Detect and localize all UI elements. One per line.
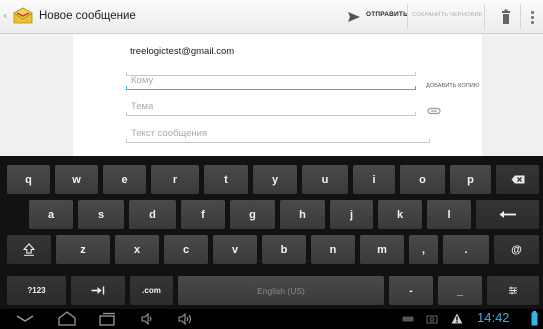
clock: 14:42 — [477, 310, 510, 325]
screen: ‹ Новое сообщение ОТПРАВИТЬ СОХРАНИТЬ ЧЕ… — [0, 0, 543, 329]
key-q[interactable]: q — [7, 165, 50, 194]
subject-placeholder: Тема — [131, 101, 154, 112]
dotcom-key[interactable]: .com — [130, 276, 173, 305]
key-dash[interactable]: - — [389, 276, 433, 305]
key-o[interactable]: o — [400, 165, 445, 194]
key-l[interactable]: l — [427, 200, 471, 229]
shift-icon — [23, 243, 35, 256]
divider — [484, 4, 485, 30]
symbols-key[interactable]: ?123 — [7, 276, 66, 305]
key-m[interactable]: m — [360, 235, 404, 264]
settings-sliders-icon — [509, 286, 517, 295]
add-cc-button[interactable]: ДОБАВИТЬ КОПИЮ — [426, 83, 480, 89]
divider — [520, 4, 521, 30]
to-field[interactable]: Кому — [126, 72, 416, 90]
volume-up-icon[interactable] — [178, 313, 194, 325]
key-w[interactable]: w — [55, 165, 98, 194]
key-f[interactable]: f — [181, 200, 225, 229]
key-a[interactable]: a — [29, 200, 73, 229]
hide-keyboard-icon[interactable] — [16, 315, 34, 323]
key-y[interactable]: y — [253, 165, 297, 194]
key-e[interactable]: e — [103, 165, 146, 194]
key-d[interactable]: d — [129, 200, 176, 229]
key-j[interactable]: j — [330, 200, 373, 229]
key-s[interactable]: s — [78, 200, 124, 229]
save-draft-button[interactable]: СОХРАНИТЬ ЧЕРНОВИК — [409, 6, 483, 28]
back-chevron-icon[interactable]: ‹ — [3, 9, 7, 22]
paperclip-icon[interactable] — [427, 107, 441, 115]
overflow-menu-icon[interactable] — [527, 6, 539, 28]
enter-arrow-icon — [499, 211, 516, 218]
key-i[interactable]: i — [353, 165, 395, 194]
soft-keyboard: q w e r t y u i o p a s d f g h j k l z … — [0, 156, 543, 309]
backspace-key[interactable] — [496, 165, 539, 194]
key-period[interactable]: . — [443, 235, 489, 264]
body-field[interactable]: Текст сообщения — [126, 125, 430, 143]
key-h[interactable]: h — [280, 200, 325, 229]
send-label: ОТПРАВИТЬ — [366, 11, 408, 18]
space-bar[interactable]: English (US) — [178, 276, 384, 305]
compose-area: treelogictest@gmail.com Кому Тема Текст … — [0, 34, 543, 156]
key-u[interactable]: u — [302, 165, 348, 194]
key-x[interactable]: x — [115, 235, 159, 264]
key-p[interactable]: p — [450, 165, 491, 194]
tab-key[interactable] — [71, 276, 125, 305]
from-account[interactable]: treelogictest@gmail.com — [130, 46, 234, 57]
volume-down-icon[interactable] — [141, 313, 153, 325]
divider — [407, 4, 408, 30]
keyboard-notification-icon — [402, 316, 414, 322]
key-underscore[interactable]: _ — [438, 276, 482, 305]
enter-key[interactable] — [476, 200, 539, 229]
system-bar: 14:42 — [0, 309, 543, 329]
key-v[interactable]: v — [213, 235, 257, 264]
settings-key[interactable] — [487, 276, 539, 305]
key-g[interactable]: g — [230, 200, 275, 229]
gmail-envelope-icon[interactable] — [13, 7, 33, 25]
send-icon — [348, 12, 360, 22]
home-icon[interactable] — [57, 311, 77, 326]
key-r[interactable]: r — [151, 165, 199, 194]
tab-arrow-icon — [91, 286, 105, 295]
body-placeholder: Текст сообщения — [131, 128, 208, 139]
key-c[interactable]: c — [164, 235, 208, 264]
margin-left — [0, 34, 73, 156]
warning-icon — [451, 313, 463, 324]
margin-right — [482, 34, 543, 156]
key-b[interactable]: b — [262, 235, 306, 264]
trash-icon — [502, 9, 510, 24]
save-draft-label: СОХРАНИТЬ ЧЕРНОВИК — [412, 12, 483, 18]
subject-field[interactable]: Тема — [126, 98, 416, 116]
key-z[interactable]: z — [56, 235, 110, 264]
shift-key[interactable] — [7, 235, 51, 264]
battery-icon — [531, 311, 538, 326]
action-bar: ‹ Новое сообщение ОТПРАВИТЬ СОХРАНИТЬ ЧЕ… — [0, 0, 543, 34]
backspace-icon — [511, 175, 524, 184]
key-comma[interactable]: , — [409, 235, 438, 264]
send-button[interactable]: ОТПРАВИТЬ — [344, 6, 408, 28]
key-n[interactable]: n — [311, 235, 355, 264]
screenshot-icon — [426, 315, 438, 324]
discard-button[interactable] — [496, 6, 516, 28]
recent-apps-icon[interactable] — [97, 312, 117, 326]
to-placeholder: Кому — [131, 75, 154, 86]
key-at[interactable]: @ — [494, 235, 539, 264]
key-t[interactable]: t — [204, 165, 248, 194]
page-title: Новое сообщение — [39, 10, 136, 22]
key-k[interactable]: k — [378, 200, 422, 229]
